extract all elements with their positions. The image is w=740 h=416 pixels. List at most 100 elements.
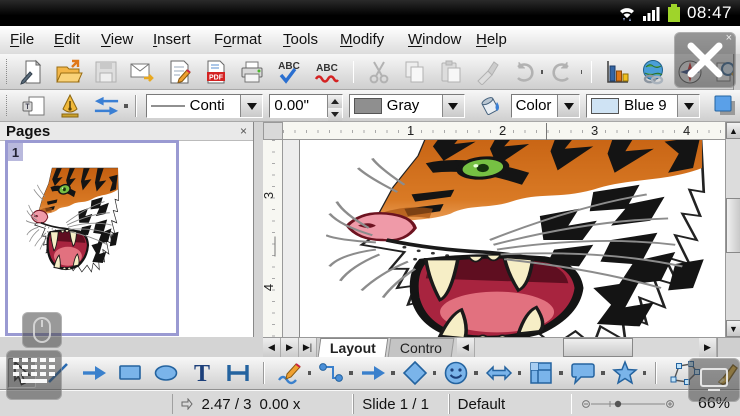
stars-tool[interactable]	[611, 358, 639, 388]
width-up-button[interactable]	[328, 95, 342, 108]
arrow-tool[interactable]	[80, 358, 108, 388]
open-button[interactable]	[54, 57, 84, 87]
line-fill-toolbar: Conti 0.00" Gray Color Blue 9	[0, 90, 740, 122]
keyboard-toggle-overlay[interactable]	[6, 350, 62, 400]
connector-dropdown[interactable]	[349, 371, 353, 375]
fill-type-value: Color	[516, 97, 552, 114]
insert-chart-button[interactable]	[603, 57, 631, 87]
tiger-image[interactable]	[326, 140, 718, 337]
fill-can-icon[interactable]	[475, 91, 505, 121]
line-color-select[interactable]: Gray	[349, 94, 465, 118]
fill-type-dropdown[interactable]	[557, 95, 579, 117]
fill-color-dropdown[interactable]	[677, 95, 699, 117]
cut-button[interactable]	[365, 57, 393, 87]
export-pdf-button[interactable]: PDF	[202, 57, 230, 87]
undo-dropdown[interactable]	[541, 70, 542, 74]
width-down-button[interactable]	[328, 108, 342, 121]
flowchart-dropdown[interactable]	[559, 371, 563, 375]
slide-tab-strip: ◀ ▶ ▶| Layout Contro ◀ ▶	[263, 337, 740, 357]
line-color-dropdown[interactable]	[442, 95, 464, 117]
menu-help[interactable]: Help	[472, 29, 511, 50]
copy-button[interactable]	[401, 57, 429, 87]
menu-edit[interactable]: Edit	[50, 29, 84, 50]
edit-points-pen-icon[interactable]	[55, 91, 85, 121]
text-frame-tool[interactable]	[224, 358, 252, 388]
arrow-style-dropdown[interactable]	[124, 104, 128, 108]
shadow-button[interactable]	[710, 91, 740, 121]
basic-shapes-tool[interactable]	[401, 358, 429, 388]
symbol-shapes-dropdown[interactable]	[474, 371, 478, 375]
menu-format[interactable]: Format	[210, 29, 266, 50]
edit-file-button[interactable]	[166, 57, 194, 87]
connector-tool[interactable]	[317, 358, 345, 388]
menu-window[interactable]: Window	[404, 29, 465, 50]
tab-controls[interactable]: Contro	[388, 338, 455, 357]
zoom-slider-handle[interactable]	[615, 401, 621, 407]
close-session-overlay[interactable]: ×	[674, 32, 736, 88]
layer-cell[interactable]: Default	[449, 394, 573, 414]
rectangle-tool[interactable]	[116, 358, 144, 388]
basic-shapes-dropdown[interactable]	[433, 371, 437, 375]
stars-dropdown[interactable]	[643, 371, 647, 375]
tab-nav-next[interactable]: ▶	[281, 338, 299, 357]
line-style-select[interactable]: Conti	[146, 94, 264, 118]
lines-arrows-dropdown[interactable]	[391, 371, 395, 375]
ellipse-tool[interactable]	[152, 358, 180, 388]
page-thumbnail[interactable]: 1	[7, 142, 177, 334]
symbol-shapes-tool[interactable]	[442, 358, 470, 388]
flowchart-tool[interactable]	[527, 358, 555, 388]
zoom-slider[interactable]	[580, 397, 676, 411]
close-icon[interactable]	[683, 38, 727, 82]
pages-panel-close-icon[interactable]: ×	[240, 125, 247, 137]
scroll-down-button[interactable]: ▼	[726, 320, 740, 337]
horizontal-scrollbar[interactable]	[475, 338, 699, 357]
block-arrows-tool[interactable]	[484, 358, 514, 388]
auto-spellcheck-button[interactable]: ABC	[312, 57, 342, 87]
display-toggle-overlay[interactable]	[688, 358, 740, 402]
tab-layout[interactable]: Layout	[318, 338, 389, 357]
toolbar-grip[interactable]	[6, 59, 8, 84]
drawing-canvas[interactable]	[283, 140, 725, 337]
menu-tools[interactable]: Tools	[279, 29, 322, 50]
callouts-dropdown[interactable]	[601, 371, 605, 375]
mouse-toggle-overlay[interactable]	[22, 312, 62, 348]
menu-modify[interactable]: Modify	[336, 29, 388, 50]
arrow-style-button[interactable]	[91, 91, 122, 121]
line-width-spinner[interactable]: 0.00"	[269, 94, 342, 118]
spellcheck-button[interactable]: ABC	[274, 57, 304, 87]
callouts-tool[interactable]	[569, 358, 597, 388]
fill-color-select[interactable]: Blue 9	[586, 94, 700, 118]
curve-dropdown[interactable]	[308, 371, 312, 375]
hyperlink-button[interactable]	[639, 57, 668, 87]
overlay-close-icon[interactable]: ×	[726, 32, 732, 44]
horizontal-scroll-thumb[interactable]	[563, 338, 633, 357]
fill-type-select[interactable]: Color	[511, 94, 581, 118]
undo-button[interactable]	[509, 57, 537, 87]
tab-nav-prev[interactable]: ◀	[263, 338, 281, 357]
print-button[interactable]	[238, 57, 266, 87]
tab-nav-last[interactable]: ▶|	[299, 338, 317, 357]
menu-view[interactable]: View	[97, 29, 137, 50]
lines-arrows-tool[interactable]	[359, 358, 387, 388]
paste-button[interactable]	[437, 57, 465, 87]
line-style-dropdown[interactable]	[240, 95, 262, 117]
format-paintbrush-button[interactable]	[473, 57, 501, 87]
styles-button[interactable]	[19, 91, 49, 121]
hscroll-right-button[interactable]: ▶	[699, 338, 717, 357]
text-tool[interactable]: T	[188, 358, 216, 388]
block-arrows-dropdown[interactable]	[518, 371, 522, 375]
vertical-scroll-thumb[interactable]	[726, 198, 740, 253]
redo-dropdown[interactable]	[581, 70, 582, 74]
new-document-button[interactable]	[18, 57, 46, 87]
vertical-scrollbar[interactable]: ▲ ▼	[725, 122, 740, 337]
curve-tool[interactable]	[276, 358, 304, 388]
scroll-up-button[interactable]: ▲	[726, 122, 740, 139]
mail-button[interactable]	[128, 57, 158, 87]
toolbar-grip[interactable]	[6, 95, 11, 117]
slide-page[interactable]	[299, 140, 725, 337]
menu-file[interactable]: File	[6, 29, 38, 50]
redo-button[interactable]	[549, 57, 577, 87]
menu-insert[interactable]: Insert	[149, 29, 195, 50]
hscroll-left-button[interactable]: ◀	[457, 338, 475, 357]
save-button[interactable]	[92, 57, 120, 87]
